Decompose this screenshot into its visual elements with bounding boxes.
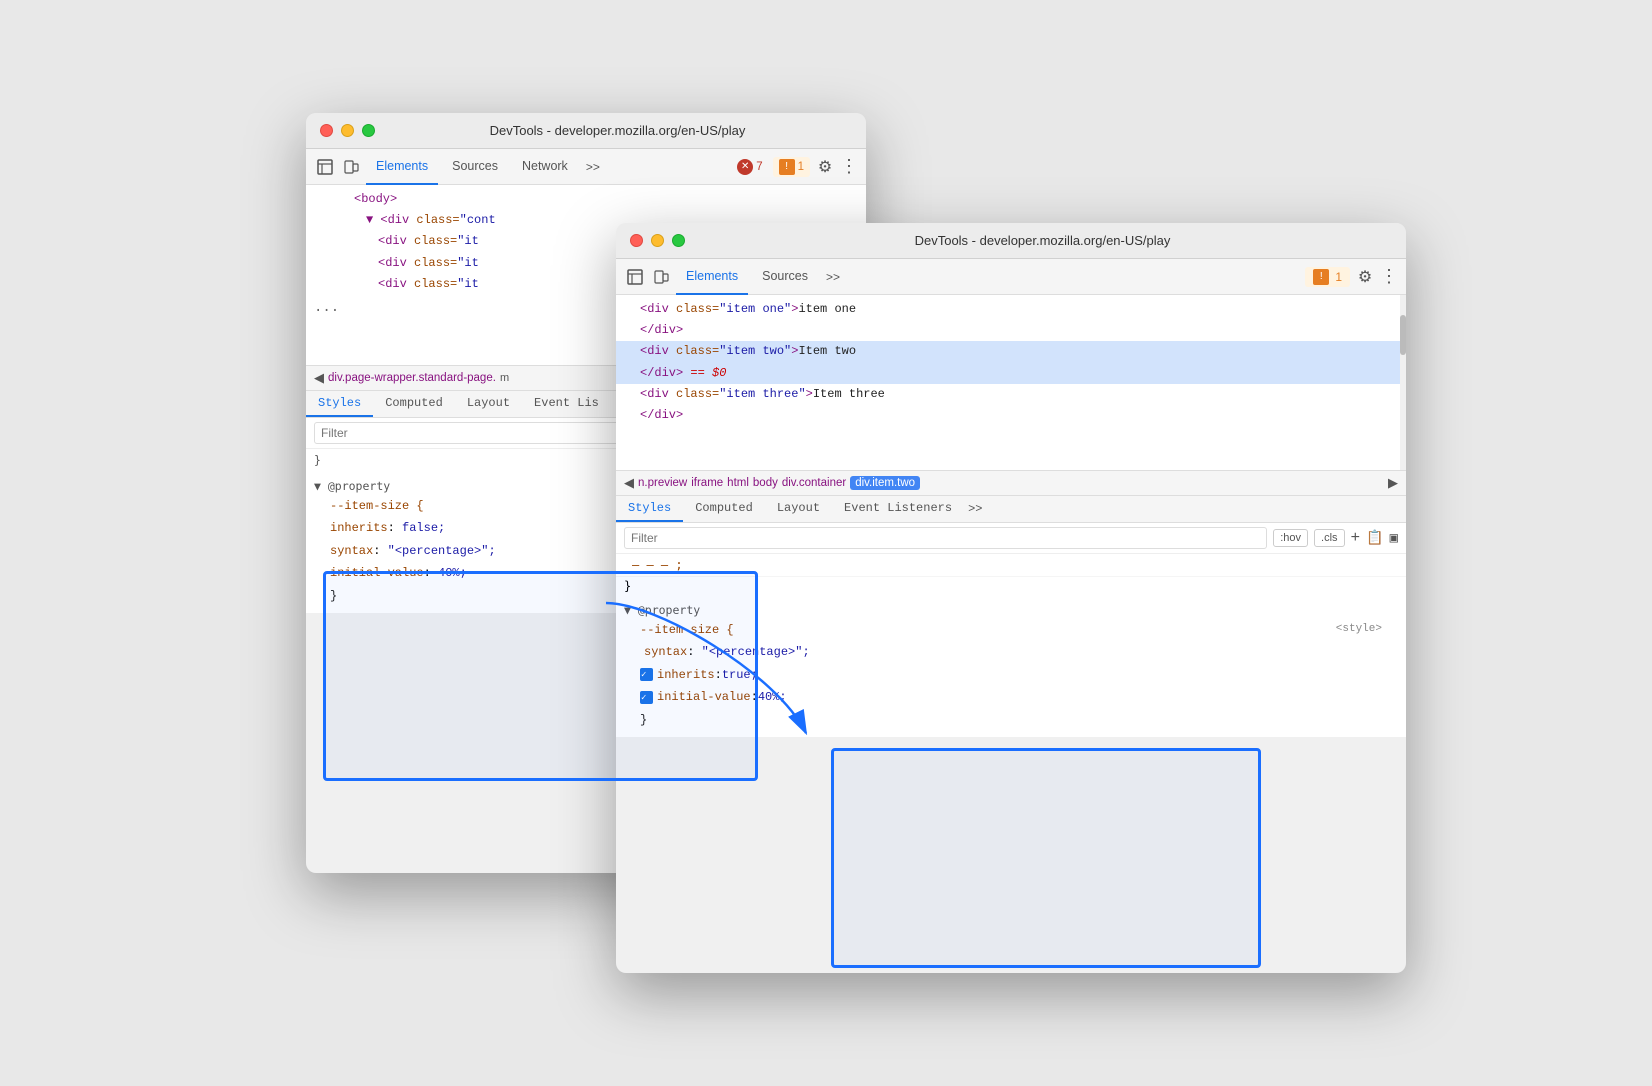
tab-elements-2[interactable]: Elements xyxy=(676,259,748,295)
css-at-property-2: ▼ @property xyxy=(624,601,1398,619)
dom-tree-2: <div class="item one">item one </div> <d… xyxy=(616,295,1406,470)
breadcrumb-2: ◀ n.preview iframe html body div.contain… xyxy=(616,470,1406,496)
dom-line-2b: </div> xyxy=(616,320,1406,341)
css-close-2a: } xyxy=(616,577,1406,595)
more-tabs-2[interactable]: >> xyxy=(822,264,844,290)
css-section-2: ▼ @property --item-size { <style> syntax… xyxy=(616,595,1406,737)
window-title-2: DevTools - developer.mozilla.org/en-US/p… xyxy=(693,233,1392,248)
cls-button-2[interactable]: .cls xyxy=(1314,529,1345,547)
filter-input-2[interactable] xyxy=(624,527,1267,549)
tab-elements-1[interactable]: Elements xyxy=(366,149,438,185)
breadcrumb-back-1[interactable]: ◀ xyxy=(314,370,324,386)
more-tabs-1[interactable]: >> xyxy=(582,154,604,180)
bc-item-container[interactable]: div.container xyxy=(782,477,846,489)
warning-badge-1: ! 1 xyxy=(773,157,810,177)
css-prop-syntax-2: syntax: "<percentage>"; xyxy=(624,641,1398,663)
add-rule-icon[interactable]: + xyxy=(1351,529,1361,547)
css-rule-name-2: --item-size { <style> xyxy=(624,619,1398,641)
initial-value-checkbox[interactable] xyxy=(640,691,653,704)
styles-filter-bar-2: :hov .cls + 📋 ▣ xyxy=(616,523,1406,554)
bc-item-html[interactable]: html xyxy=(727,477,749,489)
tab-computed-2[interactable]: Computed xyxy=(683,496,765,522)
tab-network-1[interactable]: Network xyxy=(512,149,578,185)
bc-item-iframe[interactable]: iframe xyxy=(691,477,723,489)
breadcrumb-forward-2[interactable]: ▶ xyxy=(1388,475,1398,491)
maximize-button-1[interactable] xyxy=(362,124,375,137)
tab-layout-1[interactable]: Layout xyxy=(455,391,522,417)
tab-computed-1[interactable]: Computed xyxy=(373,391,455,417)
style-pin-icon[interactable]: 📋 xyxy=(1366,530,1383,547)
tab-sources-1[interactable]: Sources xyxy=(442,149,508,185)
styles-tabs-2: Styles Computed Layout Event Listeners >… xyxy=(616,496,1406,523)
maximize-button-2[interactable] xyxy=(672,234,685,247)
dom-line-2c: <div class="item two">Item two xyxy=(616,341,1406,362)
scroll-thumb-2[interactable] xyxy=(1400,315,1406,355)
css-close-2b: } xyxy=(624,709,1398,731)
inspector-icon-2[interactable] xyxy=(624,266,646,288)
toolbar-1: Elements Sources Network >> ✕ 7 ! 1 ⚙ ⋮ xyxy=(306,149,866,185)
bc-item-preview[interactable]: n.preview xyxy=(638,477,687,489)
warning-badge-2: ! 1 xyxy=(1305,267,1350,287)
more-menu-icon-2[interactable]: ⋮ xyxy=(1380,266,1398,287)
window-title-1: DevTools - developer.mozilla.org/en-US/p… xyxy=(383,123,852,138)
more-styles-tabs-2[interactable]: >> xyxy=(964,496,986,522)
close-button-1[interactable] xyxy=(320,124,333,137)
toolbar-2: Elements Sources >> ! 1 ⚙ ⋮ xyxy=(616,259,1406,295)
close-button-2[interactable] xyxy=(630,234,643,247)
css-close-partial: } xyxy=(314,453,321,467)
hov-button-2[interactable]: :hov xyxy=(1273,529,1308,547)
css-prop-initial-2: initial-value: 40%; xyxy=(624,686,1398,708)
settings-icon-1[interactable]: ⚙ xyxy=(814,156,836,178)
breadcrumb-truncated-1: m xyxy=(500,372,509,384)
dom-line-2a: <div class="item one">item one xyxy=(616,299,1406,320)
bc-item-body[interactable]: body xyxy=(753,477,778,489)
tab-styles-2[interactable]: Styles xyxy=(616,496,683,522)
dom-line-2f: </div> xyxy=(616,405,1406,426)
tab-eventlisteners-2[interactable]: Event Listeners xyxy=(832,496,964,522)
scrollbar-2[interactable] xyxy=(1400,295,1406,470)
devtools-window-2: DevTools - developer.mozilla.org/en-US/p… xyxy=(616,223,1406,973)
css-prop-inherits-2: inherits: true; xyxy=(624,664,1398,686)
device-icon-1[interactable] xyxy=(340,156,362,178)
tab-layout-2[interactable]: Layout xyxy=(765,496,832,522)
dom-line-2d: </div> == $0 xyxy=(616,363,1406,384)
tab-styles-1[interactable]: Styles xyxy=(306,391,373,417)
titlebar-1: DevTools - developer.mozilla.org/en-US/p… xyxy=(306,113,866,149)
breadcrumb-back-2[interactable]: ◀ xyxy=(624,475,634,491)
css-rules-container-2: --item-size { <style> syntax: "<percenta… xyxy=(624,619,1398,731)
breadcrumb-item-1[interactable]: div.page-wrapper.standard-page. xyxy=(328,372,496,384)
minimize-button-1[interactable] xyxy=(341,124,354,137)
css-partial-above-2: — — — ; xyxy=(616,554,1406,577)
dom-line-2e: <div class="item three">Item three xyxy=(616,384,1406,405)
error-badge-1: ✕ 7 xyxy=(731,157,768,177)
device-icon-2[interactable] xyxy=(650,266,672,288)
titlebar-2: DevTools - developer.mozilla.org/en-US/p… xyxy=(616,223,1406,259)
tab-sources-2[interactable]: Sources xyxy=(752,259,818,295)
style-view-icon[interactable]: ▣ xyxy=(1390,530,1398,547)
inherits-checkbox[interactable] xyxy=(640,668,653,681)
settings-icon-2[interactable]: ⚙ xyxy=(1354,266,1376,288)
dom-line: <body> xyxy=(306,189,866,210)
bc-item-divtwo[interactable]: div.item.two xyxy=(850,476,920,490)
inspector-icon-1[interactable] xyxy=(314,156,336,178)
tab-eventlis-1[interactable]: Event Lis xyxy=(522,391,611,417)
styles-panel-2: Styles Computed Layout Event Listeners >… xyxy=(616,496,1406,737)
minimize-button-2[interactable] xyxy=(651,234,664,247)
more-menu-icon-1[interactable]: ⋮ xyxy=(840,156,858,177)
